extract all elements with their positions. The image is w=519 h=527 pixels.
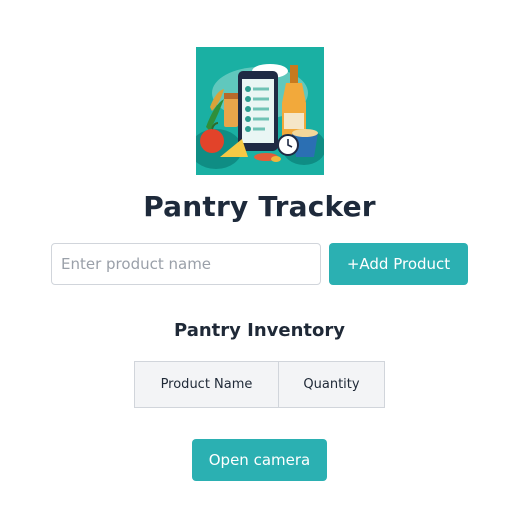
page-title: Pantry Tracker — [143, 190, 376, 223]
open-camera-button[interactable]: Open camera — [192, 439, 327, 481]
inventory-table: Product Name Quantity — [134, 361, 385, 408]
column-header-quantity: Quantity — [278, 361, 385, 408]
table-header-row: Product Name Quantity — [134, 361, 385, 408]
add-product-button[interactable]: +Add Product — [329, 243, 468, 285]
column-header-product-name: Product Name — [134, 361, 279, 408]
product-name-input[interactable] — [51, 243, 321, 285]
inventory-title: Pantry Inventory — [174, 320, 345, 341]
app-logo-image — [196, 47, 324, 175]
